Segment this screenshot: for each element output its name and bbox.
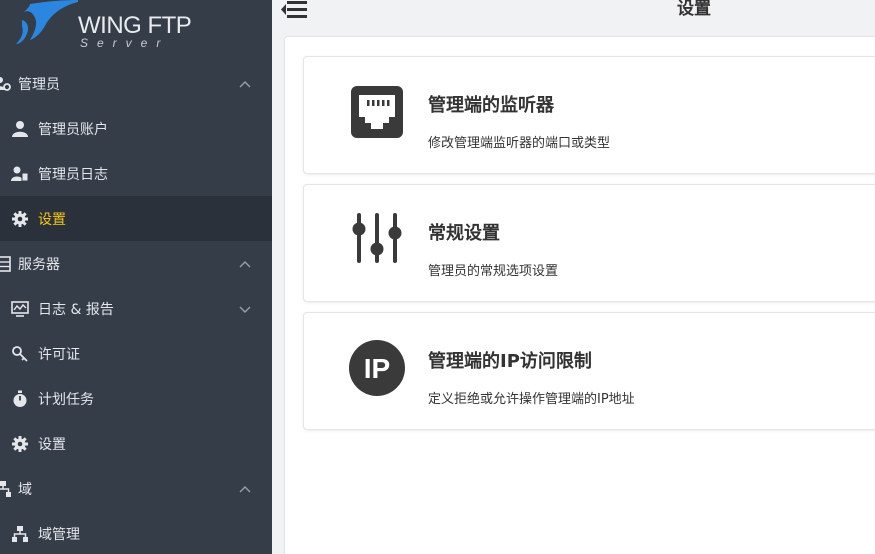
sidebar-group-domain[interactable]: 域 xyxy=(0,466,272,511)
card-admin-listener[interactable]: 管理端的监听器 修改管理端监听器的端口或类型 xyxy=(303,56,875,174)
card-title: 常规设置 xyxy=(428,223,500,244)
sidebar-collapse-icon[interactable] xyxy=(281,0,309,18)
page-title: 设置 xyxy=(677,0,711,19)
chevron-down-icon xyxy=(239,306,251,313)
chevron-up-icon xyxy=(239,260,251,267)
server-list-icon xyxy=(0,255,12,273)
sidebar-item-admin-accounts[interactable]: 管理员账户 xyxy=(0,106,272,151)
sidebar-item-license[interactable]: 许可证 xyxy=(0,331,272,376)
sitemap-icon xyxy=(11,525,29,543)
sidebar-item-scheduled-tasks[interactable]: 计划任务 xyxy=(0,376,272,421)
wing-logo-icon xyxy=(16,0,78,44)
card-general-settings[interactable]: 常规设置 管理员的常规选项设置 xyxy=(303,184,875,302)
chevron-up-icon xyxy=(239,485,251,492)
user-icon xyxy=(11,120,29,138)
user-file-icon xyxy=(11,165,29,183)
card-description: 定义拒绝或允许操作管理端的IP地址 xyxy=(428,392,635,407)
sidebar-item-label: 日志 & 报告 xyxy=(38,301,114,318)
sidebar-item-label: 域管理 xyxy=(38,526,80,543)
brand-logo[interactable]: WING FTP Server xyxy=(0,0,272,60)
card-admin-ip-restriction[interactable]: IP 管理端的IP访问限制 定义拒绝或允许操作管理端的IP地址 xyxy=(303,312,875,430)
top-bar: 设置 xyxy=(272,0,875,34)
card-description: 修改管理端监听器的端口或类型 xyxy=(428,136,611,151)
sidebar-item-label: 管理员账户 xyxy=(38,121,108,138)
users-gear-icon xyxy=(0,75,12,93)
gear-icon xyxy=(11,435,29,453)
card-description: 管理员的常规选项设置 xyxy=(428,264,559,279)
monitor-chart-icon xyxy=(11,300,29,318)
sidebar-item-admin-log[interactable]: 管理员日志 xyxy=(0,151,272,196)
app-window: WING FTP Server 管理员 管理员账户 管理员日志 设置 服务器 日… xyxy=(0,0,875,554)
ip-badge-text: IP xyxy=(364,353,390,384)
sidebar-item-admin-settings[interactable]: 设置 xyxy=(0,196,272,241)
sidebar-item-label: 设置 xyxy=(38,436,66,453)
sidebar-group-admin[interactable]: 管理员 xyxy=(0,61,272,106)
sitemap-icon xyxy=(0,480,12,498)
sidebar-item-server-settings[interactable]: 设置 xyxy=(0,421,272,466)
sidebar-item-logs-reports[interactable]: 日志 & 报告 xyxy=(0,286,272,331)
sidebar-item-label: 管理员日志 xyxy=(38,166,108,183)
sidebar-item-label: 设置 xyxy=(38,211,66,228)
chevron-up-icon xyxy=(239,80,251,87)
ip-badge-icon: IP xyxy=(348,339,406,397)
card-title: 管理端的IP访问限制 xyxy=(428,351,592,372)
key-icon xyxy=(11,345,29,363)
sidebar-item-label: 管理员 xyxy=(18,76,60,93)
card-title: 管理端的监听器 xyxy=(428,95,554,116)
sidebar: WING FTP Server 管理员 管理员账户 管理员日志 设置 服务器 日… xyxy=(0,0,272,554)
brand-subtitle: Server xyxy=(80,36,170,50)
sidebar-item-label: 域 xyxy=(18,481,32,498)
stopwatch-icon xyxy=(11,390,29,408)
ethernet-port-icon xyxy=(348,83,406,141)
sidebar-item-label: 计划任务 xyxy=(38,391,94,408)
sidebar-item-label: 服务器 xyxy=(18,256,60,273)
gear-icon xyxy=(11,210,29,228)
sliders-icon xyxy=(348,211,406,269)
sidebar-group-server[interactable]: 服务器 xyxy=(0,241,272,286)
sidebar-item-domain-management[interactable]: 域管理 xyxy=(0,511,272,554)
sidebar-item-label: 许可证 xyxy=(38,346,80,363)
